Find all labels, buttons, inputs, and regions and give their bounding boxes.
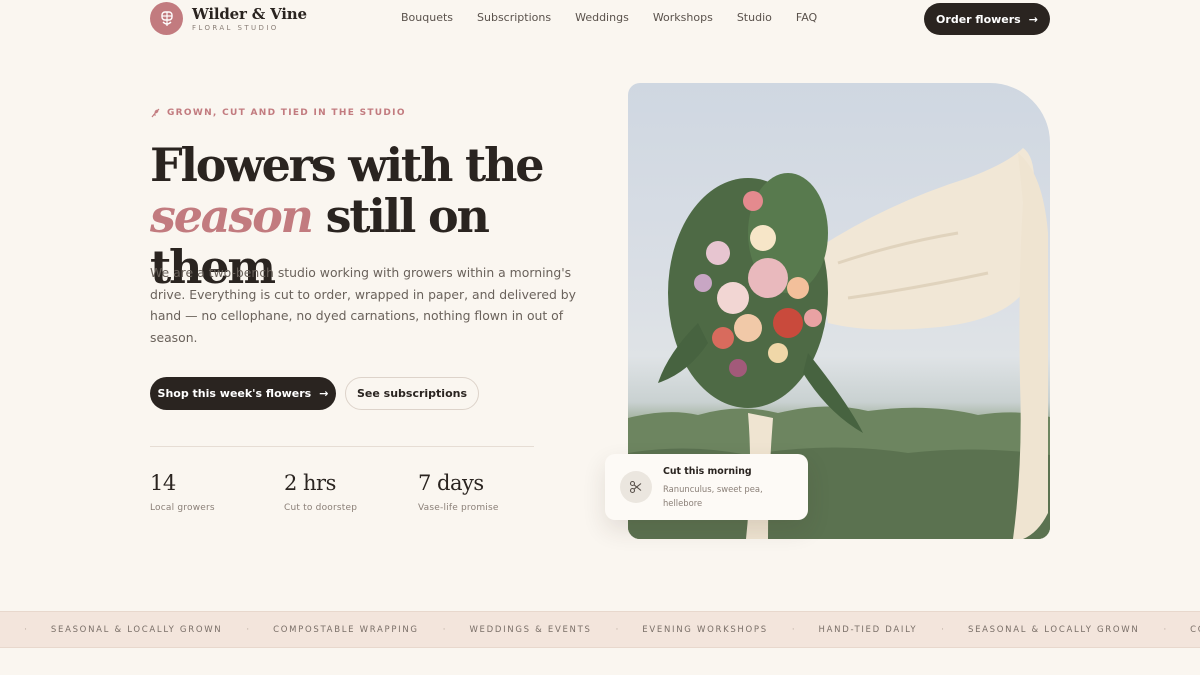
order-flowers-label: Order flowers <box>936 12 1021 26</box>
nav-subscriptions[interactable]: Subscriptions <box>477 11 551 25</box>
shop-flowers-button[interactable]: Shop this week's flowers → <box>150 377 336 410</box>
card-subtitle: Ranunculus, sweet pea, hellebore <box>663 484 763 508</box>
ticker-item: WEDDINGS & EVENTS <box>469 625 592 635</box>
stat-vase-life: 7 days Vase-life promise <box>418 470 499 513</box>
ticker-separator: · <box>615 625 619 635</box>
headline-line1: Flowers with the <box>150 138 545 192</box>
shop-flowers-label: Shop this week's flowers <box>157 387 312 400</box>
arrow-right-icon: → <box>319 387 329 400</box>
ticker-separator: · <box>941 625 944 635</box>
flower-stem-icon <box>151 108 160 118</box>
hero-eyebrow: GROWN, CUT AND TIED IN THE STUDIO <box>150 107 406 118</box>
brand-logo[interactable]: Wilder & Vine FLORAL STUDIO <box>150 2 307 35</box>
site-header: Wilder & Vine FLORAL STUDIO Bouquets Sub… <box>0 0 1200 38</box>
ticker-item: HAND-TIED DAILY <box>818 625 918 635</box>
nav-studio[interactable]: Studio <box>737 11 772 25</box>
stats-divider <box>150 446 534 447</box>
headline-accent: season <box>150 189 314 243</box>
cut-this-morning-card: Cut this morning Ranunculus, sweet pea, … <box>605 454 808 520</box>
nav-faq[interactable]: FAQ <box>796 11 817 25</box>
marquee-ticker: LY · SEASONAL & LOCALLY GROWN · COMPOSTA… <box>0 611 1200 648</box>
arrow-right-icon: → <box>1028 12 1038 26</box>
ticker-separator: · <box>442 625 446 635</box>
stat-value: 7 days <box>418 471 484 495</box>
hero-description: We are a two-bench studio working with g… <box>150 265 577 346</box>
nav-bouquets[interactable]: Bouquets <box>401 11 453 25</box>
stat-delivery-time: 2 hrs Cut to doorstep <box>284 470 357 513</box>
ticker-separator: · <box>246 625 250 635</box>
see-subscriptions-label: See subscriptions <box>356 387 468 400</box>
ticker-separator: · <box>24 625 27 635</box>
brand-name: Wilder & Vine <box>192 5 307 23</box>
nav-workshops[interactable]: Workshops <box>653 11 713 25</box>
ticker-separator: · <box>1163 625 1167 635</box>
flower-logo-icon <box>150 2 183 35</box>
brand-tagline: FLORAL STUDIO <box>192 24 279 32</box>
ticker-item: SEASONAL & LOCALLY GROWN <box>50 625 223 635</box>
ticker-track: LY · SEASONAL & LOCALLY GROWN · COMPOSTA… <box>0 625 1200 635</box>
scissors-icon <box>620 471 652 503</box>
stat-value: 2 hrs <box>284 471 336 495</box>
ticker-item: CO <box>1190 625 1200 635</box>
eyebrow-text: GROWN, CUT AND TIED IN THE STUDIO <box>167 107 406 118</box>
ticker-item: EVENING WORKSHOPS <box>642 625 768 635</box>
stat-growers: 14 Local growers <box>150 470 215 513</box>
stat-label: Vase-life promise <box>418 503 499 513</box>
ticker-item: SEASONAL & LOCALLY GROWN <box>967 625 1140 635</box>
main-nav: Bouquets Subscriptions Weddings Workshop… <box>401 11 841 25</box>
order-flowers-button[interactable]: Order flowers → <box>924 3 1050 35</box>
card-title: Cut this morning <box>663 466 752 477</box>
nav-weddings[interactable]: Weddings <box>575 11 629 25</box>
stat-value: 14 <box>150 471 176 495</box>
ticker-item: COMPOSTABLE WRAPPING <box>273 625 419 635</box>
stat-label: Local growers <box>150 503 215 513</box>
stat-label: Cut to doorstep <box>284 503 358 513</box>
ticker-separator: · <box>791 625 795 635</box>
see-subscriptions-button[interactable]: See subscriptions <box>345 377 479 410</box>
